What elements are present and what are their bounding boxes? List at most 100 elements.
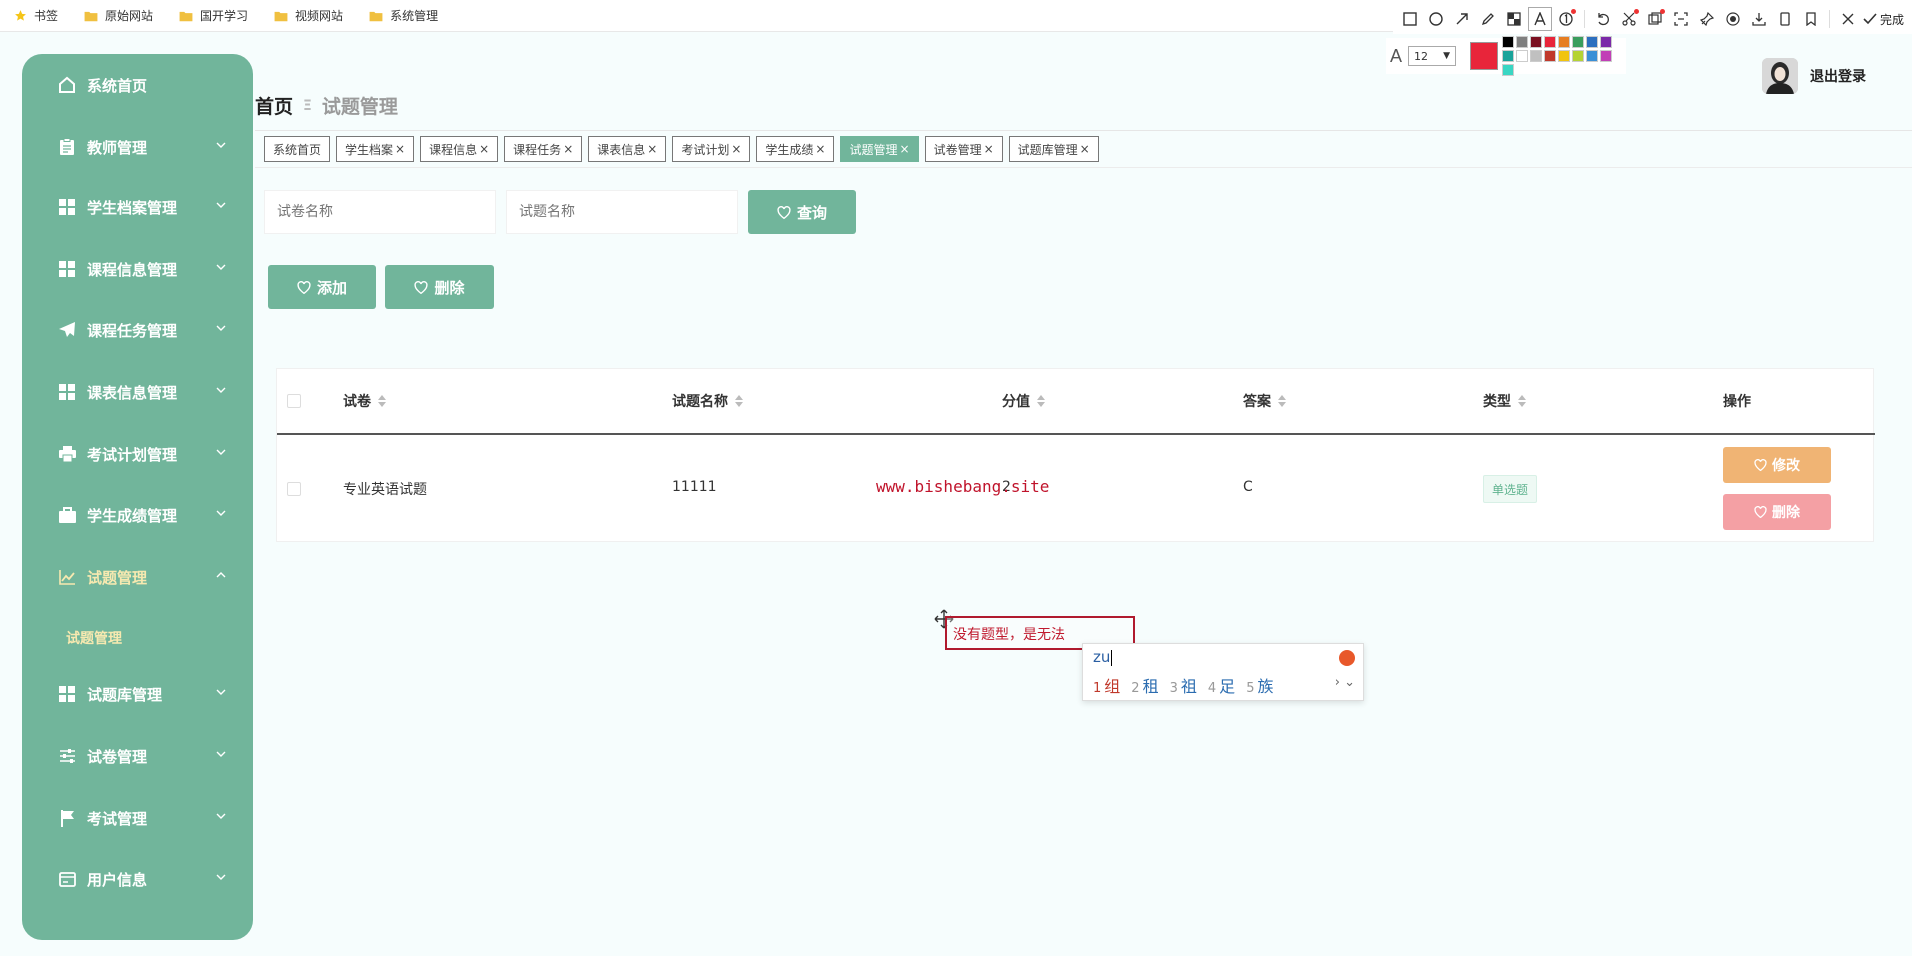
row-checkbox[interactable] xyxy=(287,482,301,496)
tab-tag[interactable]: 课表信息 × xyxy=(588,136,667,162)
close-icon[interactable]: × xyxy=(984,142,994,156)
ellipse-tool[interactable] xyxy=(1423,6,1449,32)
logout-link[interactable]: 退出登录 xyxy=(1810,66,1866,86)
color-swatch[interactable] xyxy=(1572,50,1585,62)
bookmark-tool[interactable] xyxy=(1798,6,1824,32)
add-button[interactable]: 添加 xyxy=(268,265,376,309)
ime-candidate[interactable]: 1组 xyxy=(1093,673,1120,697)
pin-tool[interactable] xyxy=(1694,6,1720,32)
query-button[interactable]: 查询 xyxy=(748,190,856,234)
column-header-type[interactable]: 类型 xyxy=(1483,391,1526,411)
sidebar-item[interactable]: 考试管理 xyxy=(22,796,253,840)
color-swatch[interactable] xyxy=(1502,36,1515,48)
bookmark-folder[interactable]: 国开学习 xyxy=(179,7,248,24)
color-swatch[interactable] xyxy=(1586,50,1599,62)
sidebar-item[interactable]: 用户信息 xyxy=(22,857,253,901)
save-tool[interactable] xyxy=(1746,6,1772,32)
mosaic-tool[interactable] xyxy=(1501,6,1527,32)
column-header-paper[interactable]: 试卷 xyxy=(343,391,386,411)
sidebar-item[interactable]: 试题管理 xyxy=(22,555,253,599)
phone-tool[interactable] xyxy=(1772,6,1798,32)
bookmark-folder[interactable]: 视频网站 xyxy=(274,7,343,24)
ime-candidate[interactable]: 2租 xyxy=(1131,673,1158,697)
tab-tag[interactable]: 课程任务 × xyxy=(504,136,583,162)
close-icon[interactable]: × xyxy=(479,142,489,156)
close-icon[interactable]: × xyxy=(563,142,573,156)
arrow-tool[interactable] xyxy=(1449,6,1475,32)
color-swatch[interactable] xyxy=(1516,36,1529,48)
column-header-score[interactable]: 分值 xyxy=(1002,391,1045,411)
color-swatch[interactable] xyxy=(1572,36,1585,48)
bookmark-folder[interactable]: 系统管理 xyxy=(369,7,438,24)
close-icon[interactable]: × xyxy=(647,142,657,156)
tab-tag[interactable]: 试题库管理 × xyxy=(1008,136,1099,162)
color-swatch[interactable] xyxy=(1516,50,1529,62)
color-swatch[interactable] xyxy=(1600,50,1613,62)
record-tool[interactable] xyxy=(1720,6,1746,32)
column-header-answer[interactable]: 答案 xyxy=(1243,391,1286,411)
tab-tag[interactable]: 学生档案 × xyxy=(336,136,415,162)
batch-delete-button[interactable]: 删除 xyxy=(385,265,494,309)
sidebar-subitem[interactable]: 试题管理 xyxy=(66,628,122,648)
sidebar-item[interactable]: 试卷管理 xyxy=(22,734,253,778)
column-header-question[interactable]: 试题名称 xyxy=(672,391,743,411)
undo-tool[interactable] xyxy=(1590,6,1616,32)
tab-tag[interactable]: 试题管理 × xyxy=(840,136,919,162)
ime-next-page-icon[interactable]: › ⌄ xyxy=(1335,675,1355,690)
scan-tool[interactable] xyxy=(1668,6,1694,32)
sidebar-item[interactable]: 教师管理 xyxy=(22,125,253,169)
font-size-select[interactable]: 12 ▼ xyxy=(1408,46,1457,66)
close-icon[interactable]: × xyxy=(731,142,741,156)
tab-tag[interactable]: 课程信息 × xyxy=(420,136,499,162)
color-swatch[interactable] xyxy=(1558,36,1571,48)
ime-candidate[interactable]: 5族 xyxy=(1246,673,1273,697)
color-swatch[interactable] xyxy=(1530,36,1543,48)
sidebar-item[interactable]: 课表信息管理 xyxy=(22,370,253,414)
cut-tool[interactable] xyxy=(1616,6,1642,32)
tab-tag[interactable]: 试卷管理 × xyxy=(924,136,1003,162)
rectangle-tool[interactable] xyxy=(1397,6,1423,32)
bookmark-star[interactable]: 书签 xyxy=(14,7,58,24)
sidebar-item[interactable]: 学生档案管理 xyxy=(22,185,253,229)
bookmark-folder[interactable]: 原始网站 xyxy=(84,7,153,24)
color-swatch[interactable] xyxy=(1544,36,1557,48)
sidebar-item[interactable]: 课程信息管理 xyxy=(22,247,253,291)
sidebar-item[interactable]: 考试计划管理 xyxy=(22,432,253,476)
sidebar-item[interactable]: 学生成绩管理 xyxy=(22,493,253,537)
sidebar-item[interactable]: 试题库管理 xyxy=(22,672,253,716)
color-swatch[interactable] xyxy=(1502,64,1515,76)
close-icon[interactable]: × xyxy=(815,142,825,156)
color-swatch[interactable] xyxy=(1586,36,1599,48)
done-button[interactable]: 完成 xyxy=(1863,11,1904,28)
color-swatch[interactable] xyxy=(1544,50,1557,62)
color-swatch[interactable] xyxy=(1558,50,1571,62)
toolbar-divider xyxy=(1828,10,1830,28)
sidebar-item[interactable]: 课程任务管理 xyxy=(22,308,253,352)
close-icon[interactable]: × xyxy=(395,142,405,156)
ocr-tool[interactable] xyxy=(1642,6,1668,32)
ime-candidate[interactable]: 3祖 xyxy=(1170,673,1197,697)
close-icon[interactable]: × xyxy=(900,142,910,156)
avatar[interactable] xyxy=(1762,58,1798,94)
cancel-tool[interactable] xyxy=(1835,6,1861,32)
current-color-swatch[interactable] xyxy=(1470,42,1499,70)
text-tool[interactable] xyxy=(1527,7,1552,31)
ime-candidate[interactable]: 4足 xyxy=(1208,673,1235,697)
color-swatch[interactable] xyxy=(1502,50,1515,62)
tab-tag[interactable]: 学生成绩 × xyxy=(756,136,835,162)
sidebar-item[interactable]: 系统首页 xyxy=(22,63,253,107)
column-header-label: 试卷 xyxy=(343,394,371,410)
tab-tag[interactable]: 系统首页 xyxy=(264,136,331,162)
breadcrumb-home[interactable]: 首页 xyxy=(255,92,293,119)
color-swatch[interactable] xyxy=(1530,50,1543,62)
number-tool[interactable] xyxy=(1553,6,1579,32)
select-all-checkbox[interactable] xyxy=(287,394,301,408)
close-icon[interactable]: × xyxy=(1080,142,1090,156)
row-delete-button[interactable]: 删除 xyxy=(1723,494,1831,530)
edit-button[interactable]: 修改 xyxy=(1723,447,1831,483)
tab-tag[interactable]: 考试计划 × xyxy=(672,136,751,162)
question-name-input[interactable] xyxy=(506,190,738,234)
pen-tool[interactable] xyxy=(1475,6,1501,32)
paper-name-input[interactable] xyxy=(264,190,496,234)
color-swatch[interactable] xyxy=(1600,36,1613,48)
